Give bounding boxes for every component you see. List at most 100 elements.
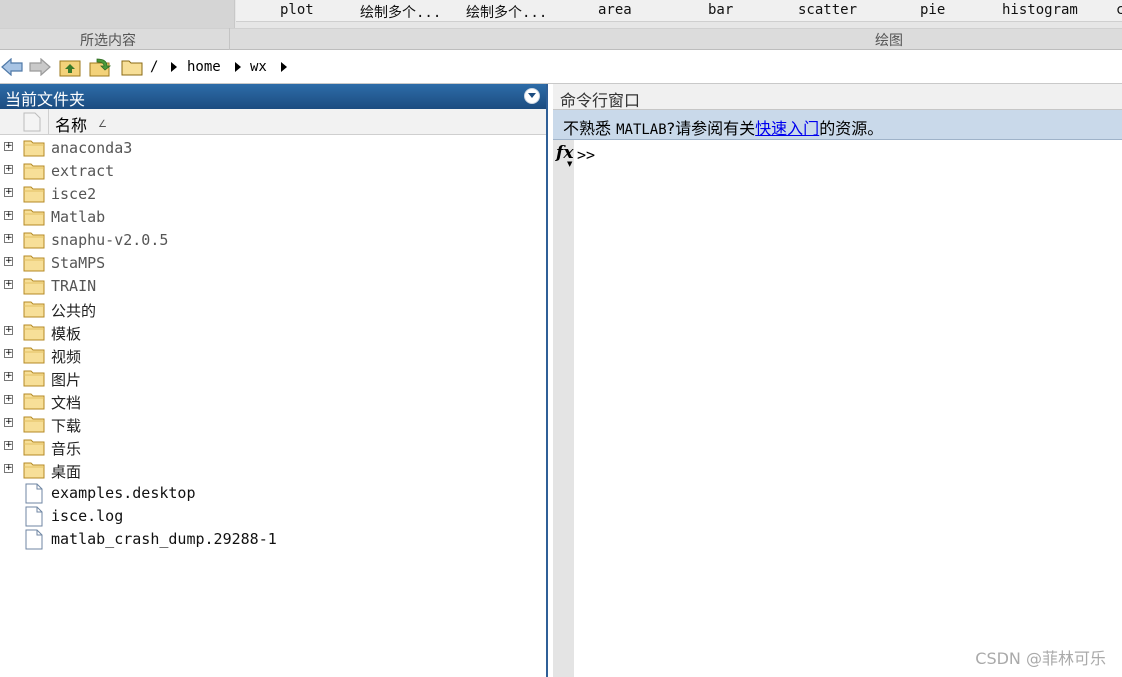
- toolstrip-selection-area: [0, 0, 235, 28]
- toolstrip-divider: [229, 28, 230, 50]
- folder-row[interactable]: + 模板: [0, 321, 546, 343]
- section-label-selection: 所选内容: [80, 33, 136, 49]
- item-label: matlab_crash_dump.29288-1: [51, 530, 277, 548]
- expand-icon[interactable]: +: [4, 211, 13, 220]
- folder-icon-cell: [23, 138, 45, 157]
- folder-icon-cell: [23, 184, 45, 203]
- up-one-level-button[interactable]: [59, 57, 81, 77]
- plot-gallery-item-plot[interactable]: plot: [280, 2, 314, 18]
- folder-icon: [23, 393, 45, 410]
- plot-gallery-item-scatter[interactable]: scatter: [798, 2, 857, 18]
- expand-icon[interactable]: +: [4, 326, 13, 335]
- expand-icon[interactable]: +: [4, 234, 13, 243]
- folder-icon: [23, 209, 45, 226]
- item-label: 视频: [51, 348, 82, 366]
- expand-icon[interactable]: +: [4, 142, 13, 151]
- folder-row[interactable]: + TRAIN: [0, 275, 546, 297]
- breadcrumb-separator-icon[interactable]: [235, 62, 241, 72]
- type-column-header[interactable]: [0, 109, 49, 134]
- folder-icon: [121, 60, 143, 76]
- info-product: MATLAB: [616, 122, 667, 138]
- file-list-column-header: 名称 ∠: [0, 109, 546, 135]
- breadcrumb-separator-icon[interactable]: [171, 62, 177, 72]
- expand-icon[interactable]: +: [4, 280, 13, 289]
- folder-row[interactable]: 公共的: [0, 298, 546, 320]
- name-column-header[interactable]: 名称: [55, 112, 87, 136]
- item-label: 文档: [51, 394, 82, 412]
- folder-icon: [23, 439, 45, 456]
- folder-row[interactable]: + extract: [0, 160, 546, 182]
- folder-icon-cell: [23, 230, 45, 249]
- folder-row[interactable]: + isce2: [0, 183, 546, 205]
- info-suffix: 的资源。: [819, 119, 884, 138]
- file-row[interactable]: matlab_crash_dump.29288-1: [0, 528, 546, 550]
- command-prompt[interactable]: >>: [577, 146, 595, 164]
- plot-gallery-item-more[interactable]: c: [1116, 2, 1122, 18]
- command-window-gutter: [553, 140, 574, 677]
- item-label: Matlab: [51, 208, 106, 226]
- command-window-panel: 命令行窗口 不熟悉 MATLAB?请参阅有关快速入门的资源。 fx ▼ >>: [553, 84, 1122, 677]
- back-button[interactable]: [1, 57, 23, 77]
- expand-icon[interactable]: +: [4, 464, 13, 473]
- folder-icon: [23, 232, 45, 249]
- item-label: StaMPS: [51, 254, 106, 272]
- expand-icon[interactable]: +: [4, 441, 13, 450]
- folder-row[interactable]: + StaMPS: [0, 252, 546, 274]
- folder-row[interactable]: + anaconda3: [0, 137, 546, 159]
- function-browser-caret-icon[interactable]: ▼: [567, 160, 572, 168]
- folder-row[interactable]: + 文档: [0, 390, 546, 412]
- file-icon-cell: [23, 483, 45, 504]
- item-label: 模板: [51, 325, 82, 343]
- info-bar-text: 不熟悉 MATLAB?请参阅有关快速入门的资源。: [563, 115, 883, 139]
- info-prefix: 不熟悉: [563, 119, 617, 138]
- folder-icon: [23, 462, 45, 479]
- file-icon-cell: [23, 529, 45, 550]
- folder-row[interactable]: + 桌面: [0, 459, 546, 481]
- folder-row[interactable]: + 音乐: [0, 436, 546, 458]
- info-middle: ?请参阅有关: [666, 119, 756, 138]
- expand-icon[interactable]: +: [4, 395, 13, 404]
- plot-gallery-item-bar[interactable]: bar: [708, 2, 733, 18]
- plot-gallery-item-histogram[interactable]: histogram: [1002, 2, 1078, 18]
- folder-row[interactable]: + 视频: [0, 344, 546, 366]
- panel-menu-button[interactable]: [524, 88, 540, 104]
- expand-icon[interactable]: +: [4, 349, 13, 358]
- expand-icon[interactable]: +: [4, 418, 13, 427]
- breadcrumb-root[interactable]: /: [150, 59, 158, 75]
- document-icon: [23, 112, 41, 132]
- folder-icon-cell: [23, 437, 45, 456]
- forward-button[interactable]: [29, 57, 51, 77]
- address-folder-button[interactable]: [121, 57, 143, 77]
- folder-row[interactable]: + snaphu-v2.0.5: [0, 229, 546, 251]
- getting-started-link[interactable]: 快速入门: [755, 119, 819, 138]
- expand-icon[interactable]: +: [4, 165, 13, 174]
- file-row[interactable]: examples.desktop: [0, 482, 546, 504]
- folder-row[interactable]: + 图片: [0, 367, 546, 389]
- plot-gallery-item-multi-2[interactable]: 绘制多个...: [466, 2, 547, 22]
- plot-gallery-item-area[interactable]: area: [598, 2, 632, 18]
- breadcrumb-separator-icon[interactable]: [281, 62, 287, 72]
- toolstrip: plot 绘制多个... 绘制多个... area bar scatter pi…: [0, 0, 1122, 50]
- folder-browse-icon: [89, 58, 111, 77]
- file-row[interactable]: isce.log: [0, 505, 546, 527]
- folder-row[interactable]: + Matlab: [0, 206, 546, 228]
- expand-icon[interactable]: +: [4, 372, 13, 381]
- breadcrumb-home[interactable]: home: [187, 59, 221, 75]
- file-icon: [25, 483, 43, 504]
- current-folder-header: 当前文件夹: [0, 84, 546, 109]
- plot-gallery-item-pie[interactable]: pie: [920, 2, 945, 18]
- folder-icon-cell: [23, 276, 45, 295]
- file-icon-cell: [23, 506, 45, 527]
- expand-icon[interactable]: +: [4, 188, 13, 197]
- breadcrumb-wx[interactable]: wx: [250, 59, 267, 75]
- item-label: extract: [51, 162, 115, 180]
- folder-icon: [23, 324, 45, 341]
- expand-icon[interactable]: +: [4, 257, 13, 266]
- plot-gallery-item-multi-1[interactable]: 绘制多个...: [360, 2, 441, 22]
- back-arrow-icon: [1, 58, 23, 76]
- folder-icon-cell: [23, 253, 45, 272]
- plot-gallery: plot 绘制多个... 绘制多个... area bar scatter pi…: [236, 0, 1122, 22]
- browse-folder-button[interactable]: [89, 57, 111, 77]
- folder-row[interactable]: + 下载: [0, 413, 546, 435]
- item-label: 图片: [51, 371, 82, 389]
